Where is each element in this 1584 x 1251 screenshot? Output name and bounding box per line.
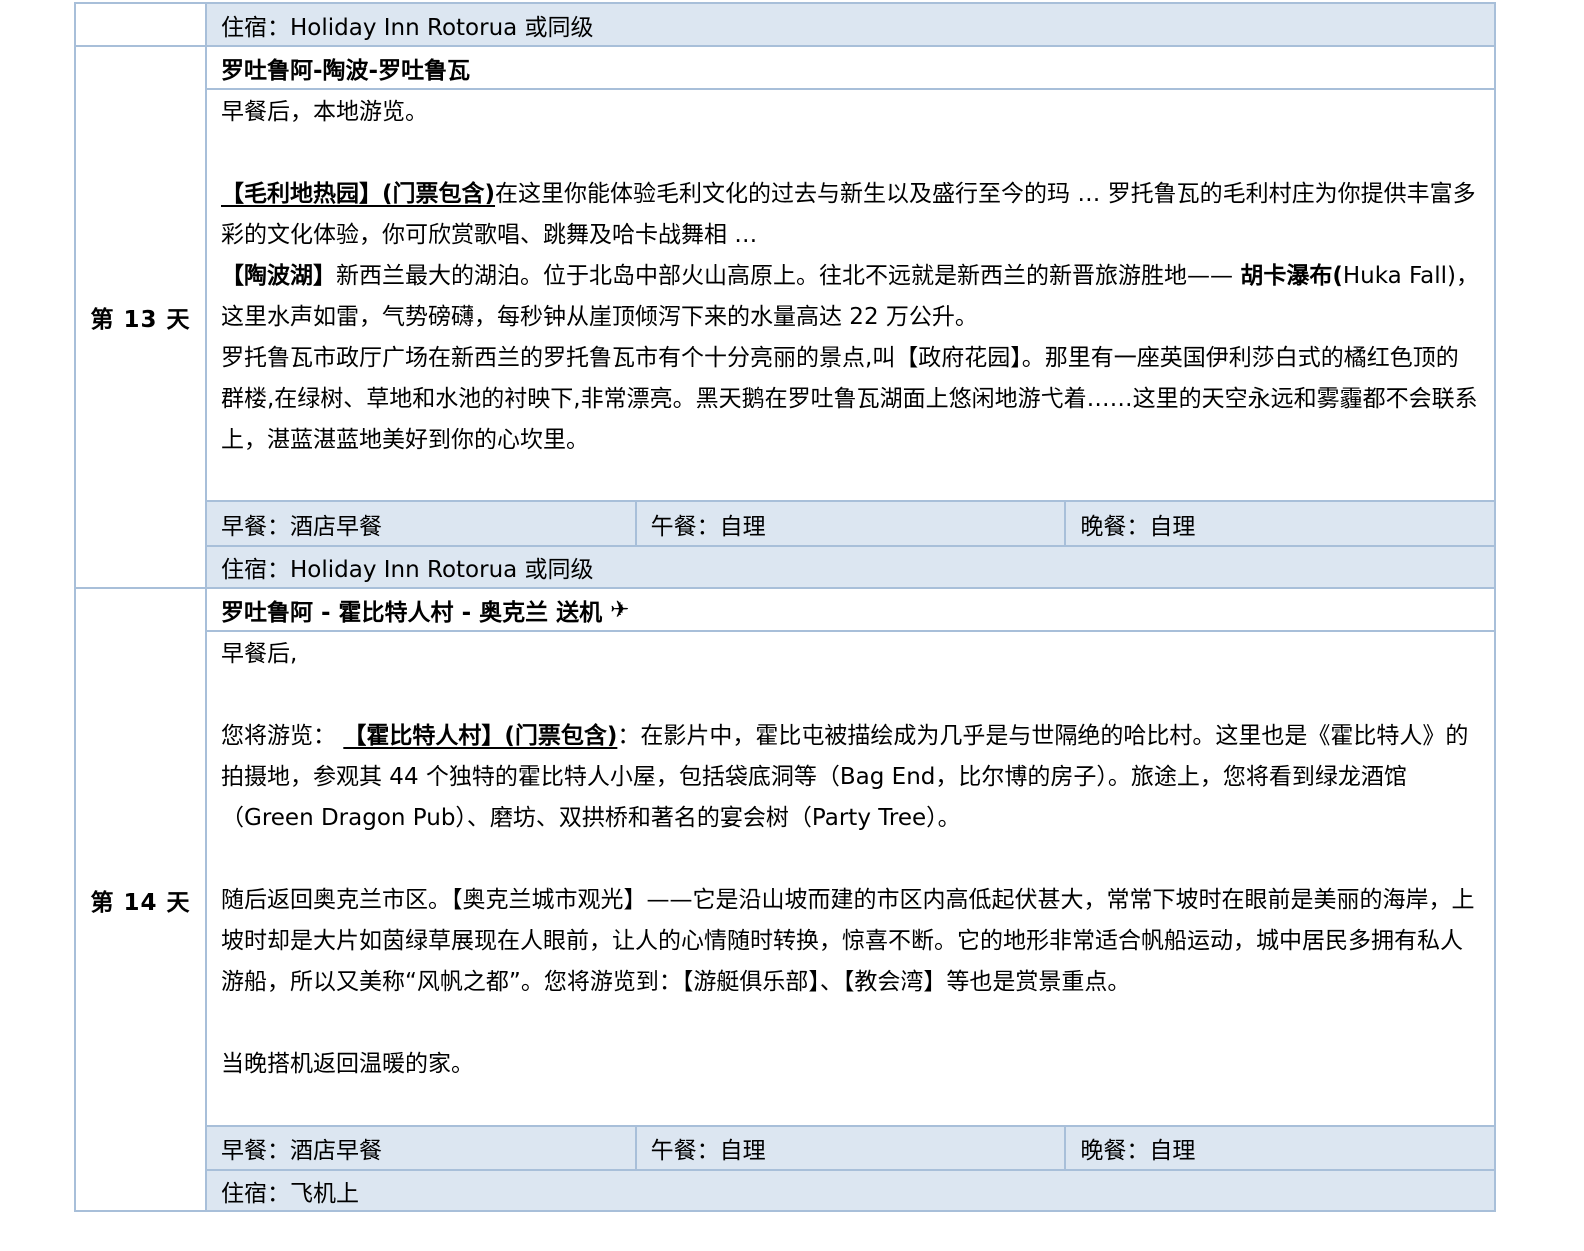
lodging-row-previous: 住宿：Holiday Inn Rotorua 或同级 — [207, 4, 1494, 45]
attraction-title: 【毛利地热园】(门票包含) — [221, 181, 496, 207]
airplane-icon: ✈ — [610, 596, 630, 623]
meals-row-14: 早餐：酒店早餐 午餐：自理 晚餐：自理 — [207, 1127, 1494, 1169]
lunch-cell: 午餐：自理 — [634, 502, 1065, 545]
attraction-text: Huka Fall)， — [1342, 263, 1479, 289]
lead-text: 您将游览： — [221, 723, 336, 749]
row-divider — [207, 88, 1494, 90]
day-label-text: 第 14 天 — [90, 889, 191, 916]
route-title-text: 罗吐鲁阿 - 霍比特人村 - 奥克兰 送机 — [221, 599, 603, 626]
day-14-description: 早餐后, 您将游览： 【霍比特人村】(门票包含)：在影片中，霍比屯被描绘成为几乎… — [207, 634, 1494, 1122]
intro-text: 早餐后，本地游览。 — [221, 99, 428, 125]
attraction-text: 这里水声如雷，气势磅礴，每秒钟从崖顶倾泻下来的水量高达 22 万公升。 — [221, 304, 978, 330]
lodging-row-13: 住宿：Holiday Inn Rotorua 或同级 — [207, 547, 1494, 587]
auckland-paragraph: 随后返回奥克兰市区。【奥克兰城市观光】——它是沿山坡而建的市区内高低起伏甚大，常… — [221, 887, 1475, 995]
hobbit-paragraph: 您将游览： 【霍比特人村】(门票包含)：在影片中，霍比屯被描绘成为几乎是与世隔绝… — [221, 716, 1480, 839]
lodging-text: 住宿：Holiday Inn Rotorua 或同级 — [221, 557, 594, 583]
route-title-14: 罗吐鲁阿 - 霍比特人村 - 奥克兰 送机 ✈ — [207, 589, 1494, 630]
dinner-cell: 晚餐：自理 — [1064, 1127, 1494, 1169]
garden-paragraph: 罗托鲁瓦市政厅广场在新西兰的罗托鲁瓦市有个十分亮丽的景点,叫【政府花园】。那里有… — [221, 345, 1478, 453]
day-label-text: 第 13 天 — [90, 307, 191, 333]
lodging-text: 住宿：Holiday Inn Rotorua 或同级 — [221, 14, 594, 41]
breakfast-cell: 早餐：酒店早餐 — [221, 513, 382, 540]
day-label-13: 第 13 天 — [76, 47, 207, 587]
row-divider — [207, 630, 1494, 632]
maori-paragraph: 【毛利地热园】(门票包含)在这里你能体验毛利文化的过去与新生以及盛行至今的玛 …… — [221, 174, 1480, 256]
route-title-13: 罗吐鲁阿-陶波-罗吐鲁瓦 — [207, 47, 1494, 88]
itinerary-table: 住宿：Holiday Inn Rotorua 或同级 第 13 天 罗吐鲁阿-陶… — [74, 2, 1496, 1212]
attraction-title: 【霍比特人村】(门票包含) — [343, 723, 618, 749]
lodging-row-14: 住宿：飞机上 — [207, 1171, 1494, 1210]
day-13-description: 早餐后，本地游览。 【毛利地热园】(门票包含)在这里你能体验毛利文化的过去与新生… — [207, 92, 1494, 500]
breakfast-cell: 早餐：酒店早餐 — [221, 1138, 382, 1164]
route-title-text: 罗吐鲁阿-陶波-罗吐鲁瓦 — [221, 57, 471, 84]
attraction-text: 新西兰最大的湖泊。位于北岛中部火山高原上。往北不远就是新西兰的新晋旅游胜地—— — [336, 263, 1233, 289]
meals-row-13: 早餐：酒店早餐 午餐：自理 晚餐：自理 — [207, 502, 1494, 545]
dinner-cell: 晚餐：自理 — [1064, 502, 1494, 545]
attraction-title: 【陶波湖】 — [221, 263, 336, 289]
attraction-title: 胡卡瀑布( — [1240, 263, 1343, 289]
lodging-text: 住宿：飞机上 — [221, 1180, 359, 1207]
day-label-14: 第 14 天 — [76, 589, 207, 1210]
day-cell-previous — [76, 4, 207, 45]
return-paragraph: 当晚搭机返回温暖的家。 — [221, 1051, 474, 1077]
lunch-cell: 午餐：自理 — [634, 1127, 1065, 1169]
taupo-paragraph: 【陶波湖】新西兰最大的湖泊。位于北岛中部火山高原上。往北不远就是新西兰的新晋旅游… — [221, 256, 1480, 338]
intro-text: 早餐后, — [221, 641, 298, 667]
